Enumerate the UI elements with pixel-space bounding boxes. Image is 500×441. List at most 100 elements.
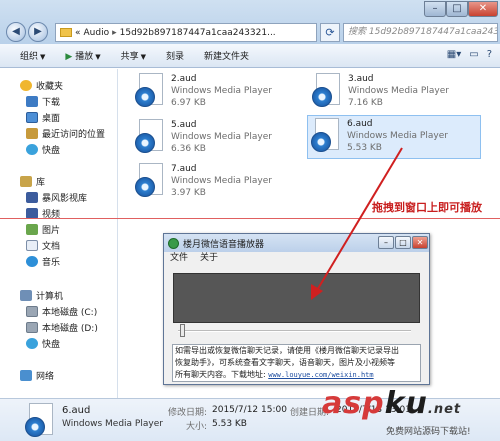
title-bar: – □ ✕ ◀ ▶ « Audio ▸ 15d92b897187447a1caa… bbox=[0, 0, 500, 44]
breadcrumb-audio[interactable]: Audio bbox=[84, 28, 110, 38]
sidebar-item-kuaipan[interactable]: 快盘 bbox=[26, 143, 60, 156]
sidebar-item-pictures[interactable]: 图片 bbox=[26, 223, 60, 236]
desktop-icon bbox=[26, 112, 38, 123]
view-options-icon[interactable]: ▦▾ bbox=[447, 49, 461, 60]
sidebar-label: 暴风影视库 bbox=[42, 194, 88, 204]
documents-icon bbox=[26, 240, 38, 251]
audio-file-icon bbox=[134, 163, 166, 201]
organize-label: 组织 bbox=[20, 52, 39, 62]
sidebar-item-desktop[interactable]: 桌面 bbox=[26, 111, 60, 124]
share-button[interactable]: 共享 ▼ bbox=[115, 49, 152, 62]
play-button[interactable]: ▶ 播放 ▼ bbox=[59, 49, 106, 62]
forward-button[interactable]: ▶ bbox=[28, 22, 48, 42]
recent-places-icon bbox=[26, 128, 38, 139]
sidebar-item-network[interactable]: 网络 bbox=[20, 369, 54, 382]
player-window: 楼月微信语音播放器 – □ ✕ 文件 关于 如需导出或恢复微信聊天记录，请使用《… bbox=[163, 233, 430, 385]
sidebar-label: 网络 bbox=[36, 372, 55, 382]
close-button[interactable]: ✕ bbox=[468, 1, 498, 17]
sidebar-item-recent[interactable]: 最近访问的位置 bbox=[26, 127, 105, 140]
file-type: Windows Media Player bbox=[171, 176, 272, 186]
drop-area[interactable] bbox=[173, 273, 420, 323]
player-close-button[interactable]: ✕ bbox=[412, 236, 428, 249]
navigation-pane: 收藏夹 下载 桌面 最近访问的位置 快盘 库 暴风影视库 视频 图片 文档 音乐… bbox=[0, 69, 118, 398]
chevron-down-icon: ▼ bbox=[140, 53, 147, 61]
menu-file[interactable]: 文件 bbox=[170, 252, 188, 265]
file-name: 7.aud bbox=[171, 164, 197, 174]
sidebar-label: 计算机 bbox=[36, 292, 64, 302]
file-name: 6.aud bbox=[347, 119, 373, 129]
modified-label: 修改日期: bbox=[168, 408, 208, 418]
download-link[interactable]: www.louyue.com/weixin.htm bbox=[268, 371, 373, 379]
file-name: 2.aud bbox=[171, 74, 197, 84]
play-label: 播放 bbox=[75, 52, 94, 62]
chevron-down-icon: ▼ bbox=[95, 53, 101, 61]
minimize-button[interactable]: – bbox=[424, 1, 446, 17]
preview-pane-icon[interactable]: ▭ bbox=[469, 49, 478, 60]
sidebar-label: 快盘 bbox=[42, 146, 61, 156]
sidebar-label: 本地磁盘 (D:) bbox=[42, 324, 98, 334]
audio-file-icon bbox=[311, 73, 343, 111]
refresh-icon[interactable]: ⟳ bbox=[320, 23, 340, 42]
file-item[interactable]: 5.aud Windows Media Player 6.36 KB bbox=[132, 117, 302, 159]
sidebar-item-downloads[interactable]: 下载 bbox=[26, 95, 60, 108]
file-size: 6.97 KB bbox=[171, 98, 206, 108]
play-icon: ▶ bbox=[65, 52, 73, 62]
player-title-bar: 楼月微信语音播放器 – □ ✕ bbox=[164, 234, 429, 252]
file-type: Windows Media Player bbox=[171, 86, 272, 96]
help-icon[interactable]: ? bbox=[487, 49, 492, 60]
back-button[interactable]: ◀ bbox=[6, 22, 26, 42]
sidebar-item-drive-d[interactable]: 本地磁盘 (D:) bbox=[26, 321, 98, 334]
player-title: 楼月微信语音播放器 bbox=[183, 239, 265, 250]
info-line: 如需导出或恢复微信聊天记录，请使用《楼月微信聊天记录导出 bbox=[175, 346, 399, 355]
info-text-box: 如需导出或恢复微信聊天记录，请使用《楼月微信聊天记录导出 恢复助手》，可系统查看… bbox=[172, 344, 421, 382]
breadcrumb-folder[interactable]: 15d92b897187447a1caa243321... bbox=[120, 28, 276, 38]
file-item[interactable]: 3.aud Windows Media Player 7.16 KB bbox=[309, 71, 479, 113]
address-bar[interactable]: « Audio ▸ 15d92b897187447a1caa243321... bbox=[55, 23, 317, 42]
sidebar-item-kuaipan-drive[interactable]: 快盘 bbox=[26, 337, 60, 350]
breadcrumb-separator-icon: ▸ bbox=[112, 27, 117, 38]
organize-button[interactable]: 组织 ▼ bbox=[14, 49, 51, 62]
hard-drive-icon bbox=[26, 306, 38, 317]
search-input[interactable]: 搜索 15d92b897187447a1caa2433... bbox=[343, 23, 498, 42]
command-toolbar: 组织 ▼ ▶ 播放 ▼ 共享 ▼ 刻录 新建文件夹 ▦▾ ▭ ? bbox=[0, 44, 500, 68]
sidebar-item-baofeng[interactable]: 暴风影视库 bbox=[26, 191, 87, 204]
watermark-brand: ku bbox=[384, 386, 428, 421]
watermark-subtitle: 免费网站源码下载站! bbox=[386, 427, 471, 437]
chevron-down-icon: ▼ bbox=[40, 53, 46, 61]
file-size: 7.16 KB bbox=[348, 98, 383, 108]
file-size: 6.36 KB bbox=[171, 144, 206, 154]
annotation-divider bbox=[0, 218, 500, 219]
file-item-selected[interactable]: 6.aud Windows Media Player 5.53 KB bbox=[307, 115, 481, 159]
sidebar-item-documents[interactable]: 文档 bbox=[26, 239, 60, 252]
new-folder-button[interactable]: 新建文件夹 bbox=[198, 49, 255, 62]
network-icon bbox=[20, 370, 32, 381]
drag-hint-callout: 拖拽到窗口上即可播放 bbox=[372, 201, 482, 214]
size-label: 大小: bbox=[186, 422, 208, 432]
sidebar-item-music[interactable]: 音乐 bbox=[26, 255, 60, 268]
modified-value: 2015/7/12 15:00 bbox=[212, 405, 287, 415]
music-icon bbox=[26, 256, 38, 267]
sidebar-label: 本地磁盘 (C:) bbox=[42, 308, 98, 318]
sidebar-item-libraries[interactable]: 库 bbox=[20, 175, 45, 188]
video-library-icon bbox=[26, 192, 38, 203]
details-file-name: 6.aud bbox=[62, 405, 91, 416]
progress-slider-thumb[interactable] bbox=[180, 324, 185, 337]
player-minimize-button[interactable]: – bbox=[378, 236, 394, 249]
app-icon bbox=[168, 237, 179, 249]
watermark-brand: .net bbox=[427, 402, 462, 417]
sidebar-item-drive-c[interactable]: 本地磁盘 (C:) bbox=[26, 305, 97, 318]
progress-track[interactable] bbox=[178, 330, 411, 332]
sidebar-label: 桌面 bbox=[42, 114, 61, 124]
menu-about[interactable]: 关于 bbox=[200, 252, 218, 265]
sidebar-label: 最近访问的位置 bbox=[42, 130, 106, 140]
watermark-logo: aspku.net bbox=[322, 386, 461, 421]
audio-file-icon bbox=[310, 118, 342, 156]
sidebar-item-favorites[interactable]: 收藏夹 bbox=[20, 79, 63, 92]
burn-button[interactable]: 刻录 bbox=[160, 49, 190, 62]
file-item[interactable]: 2.aud Windows Media Player 6.97 KB bbox=[132, 71, 302, 113]
maximize-button[interactable]: □ bbox=[446, 1, 468, 17]
player-maximize-button[interactable]: □ bbox=[395, 236, 411, 249]
sidebar-item-computer[interactable]: 计算机 bbox=[20, 289, 63, 302]
file-item[interactable]: 7.aud Windows Media Player 3.97 KB bbox=[132, 161, 302, 203]
audio-file-icon bbox=[134, 119, 166, 157]
